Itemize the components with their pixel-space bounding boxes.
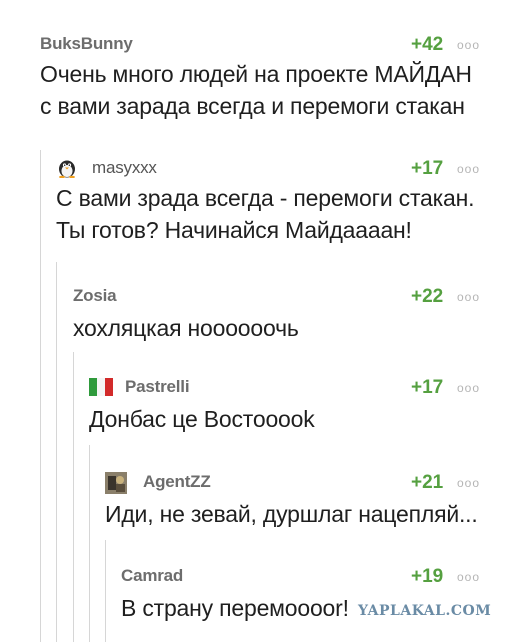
italy-flag-icon[interactable] (89, 377, 113, 397)
author-name[interactable]: BuksBunny (40, 34, 133, 54)
comment-header: AgentZZ +21 ooo (105, 472, 486, 494)
rating-score: +42 (411, 34, 444, 55)
author-name[interactable]: Camrad (121, 566, 183, 586)
rating-score: +17 (411, 377, 444, 398)
author-name[interactable]: Zosia (73, 286, 117, 306)
comment-agentzz: AgentZZ +21 ooo Иди, не зевай, дуршлаг н… (105, 472, 486, 532)
comment-header: Zosia +22 ooo (73, 286, 486, 308)
watermark: YAPLAKAL.COM (358, 603, 492, 619)
comment-menu-icon[interactable]: ooo (457, 570, 480, 584)
thread-line (40, 150, 41, 642)
author-name[interactable]: Pastrelli (125, 377, 190, 397)
comment-masyxxx: masyxxx +17 ooo С вами зрада всегда - пе… (56, 158, 486, 248)
comment-header: masyxxx +17 ooo (56, 158, 486, 180)
comment-menu-icon[interactable]: ooo (457, 38, 480, 52)
comment-text-line: Ты готов? Начинайся Майдаааан! (56, 217, 412, 243)
comment-text-line: С вами зрада всегда - перемоги стакан. (56, 185, 475, 211)
comment-text-line: В страну перемооoor! (121, 595, 349, 621)
thread-line (105, 540, 106, 642)
comment-menu-icon[interactable]: ooo (457, 476, 480, 490)
comment-menu-icon[interactable]: ooo (457, 290, 480, 304)
comment-header: Camrad +19 ooo (121, 566, 486, 588)
photo-avatar[interactable] (105, 472, 127, 494)
author-name[interactable]: masyxxx (92, 158, 157, 178)
comment-text-line: с вами зарада всегда и перемоги стакан (40, 93, 465, 119)
comment-text-line: Иди, не зевай, дуршлаг нацепляй... (105, 501, 478, 527)
comment-text-line: хохляцкая ноооооочь (73, 315, 299, 341)
penguin-icon[interactable] (56, 158, 78, 179)
comment-menu-icon[interactable]: ooo (457, 162, 480, 176)
thread-line (56, 262, 57, 642)
comment-pastrelli: Pastrelli +17 ooo Донбас це Востооook (89, 377, 486, 437)
rating-score: +22 (411, 286, 444, 307)
comment-zosia: Zosia +22 ooo хохляцкая ноооооочь (73, 286, 486, 346)
comment-header: BuksBunny +42 ooo (40, 34, 486, 56)
comment-text-line: Очень много людей на проекте МАЙДАН (40, 61, 472, 87)
comment-buksbunny: BuksBunny +42 ooo Очень много людей на п… (40, 34, 486, 124)
comment-menu-icon[interactable]: ooo (457, 381, 480, 395)
comment-header: Pastrelli +17 ooo (89, 377, 486, 399)
thread-line (89, 445, 90, 642)
rating-score: +17 (411, 158, 444, 179)
rating-score: +21 (411, 472, 444, 493)
comment-text-line: Донбас це Востооook (89, 406, 315, 432)
author-name[interactable]: AgentZZ (143, 472, 211, 492)
rating-score: +19 (411, 566, 444, 587)
thread-line (73, 352, 74, 642)
